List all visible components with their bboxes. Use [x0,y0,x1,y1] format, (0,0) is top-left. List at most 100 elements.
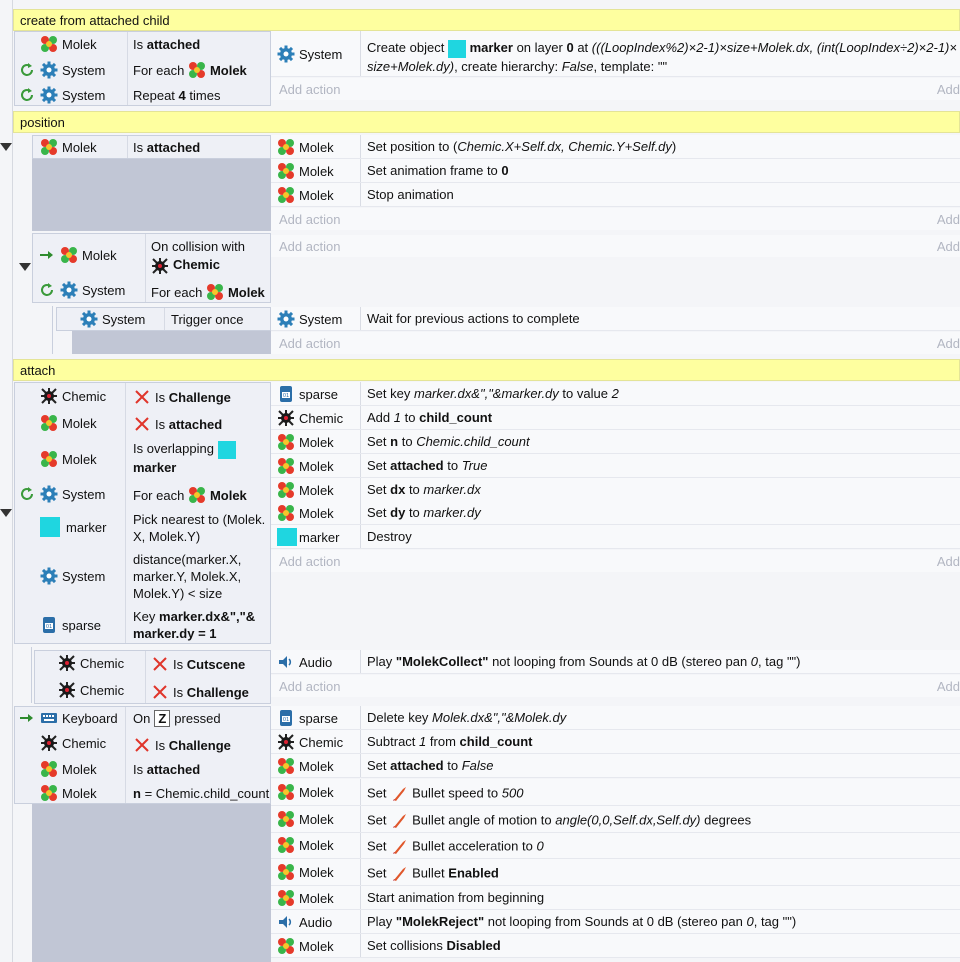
add-action-link[interactable]: Add action Add [271,550,960,572]
collapse-toggle[interactable] [0,143,12,151]
action-row[interactable]: Molek Set dx to marker.dx [271,478,960,502]
action-row[interactable]: Molek Set attached to True [271,454,960,478]
molek-icon [206,283,224,301]
bullet-icon [390,865,408,883]
condition-text[interactable]: Is attached [133,32,200,56]
action-row[interactable]: System Wait for previous actions to comp… [271,307,960,331]
action-row[interactable]: Molek Set Bullet Enabled [271,859,960,886]
chemic-icon [151,257,169,275]
condition-object: Molek [40,757,97,781]
condition-text[interactable]: distance(marker.X, marker.Y, Molek.X, Mole… [133,551,241,602]
condition-text[interactable]: Repeat 4 times [133,83,220,107]
add-action-link[interactable]: Add action Add [271,235,960,257]
condition-text[interactable]: Trigger once [171,307,244,331]
molek-icon [40,450,58,468]
action-row[interactable]: marker Destroy [271,525,960,549]
collapse-toggle[interactable] [0,509,12,517]
condition-object: sparse [40,613,101,637]
condition-text[interactable]: Is attached [133,412,222,436]
action-row[interactable]: Molek Set attached to False [271,754,960,778]
action-row[interactable]: Molek Stop animation [271,183,960,207]
action-row[interactable]: Molek Set position to (Chemic.X+Self.dx,… [271,135,960,159]
marker-swatch [447,39,466,58]
sparse-icon [40,616,58,634]
gear-icon [40,485,58,503]
molek-icon [277,863,295,881]
action-text: Destroy [367,529,412,544]
gear-icon [60,281,78,299]
action-row[interactable]: Molek Start animation from beginning [271,886,960,910]
action-row[interactable]: Audio Play "MolekCollect" not looping fr… [271,650,960,674]
action-row[interactable]: sparse Set key marker.dx&","&marker.dy t… [271,382,960,406]
action-text: Set Bullet angle of motion to angle(0,0,… [367,812,751,830]
add-action-link[interactable]: Add action Add [271,208,960,230]
gear-icon [277,45,295,63]
condition-text[interactable]: On collision with Chemic [151,238,245,275]
collapse-toggle[interactable] [19,263,31,271]
sparse-icon [277,709,295,727]
group-header-attach[interactable]: attach [13,359,960,381]
action-text: Set dy to marker.dy [367,505,481,520]
condition-text[interactable]: Is Cutscene [151,652,245,676]
add-action-link[interactable]: Add action Add [271,675,960,697]
action-row[interactable]: Audio Play "MolekReject" not looping fro… [271,910,960,934]
condition-text[interactable]: Is Challenge [133,385,231,409]
molek-icon [40,138,58,156]
gear-icon [40,86,58,104]
condition-object: Chemic [58,651,124,675]
loop-icon [38,281,56,299]
action-text: Set Bullet Enabled [367,865,499,883]
chemic-icon [58,654,76,672]
condition-text[interactable]: For each Molek [133,58,247,82]
trigger-arrow-icon [18,709,36,727]
action-text: Subtract 1 from child_count [367,734,533,749]
chemic-icon [40,387,58,405]
action-row[interactable]: Molek Set n to Chemic.child_count [271,430,960,454]
action-row[interactable]: Molek Set collisions Disabled [271,934,960,958]
condition-text[interactable]: Is overlapping marker [133,440,236,476]
condition-text[interactable]: Is attached [133,135,200,159]
action-row[interactable]: Molek Set animation frame to 0 [271,159,960,183]
condition-object: marker [40,515,106,539]
action-text: Set Bullet speed to 500 [367,785,523,803]
audio-icon [277,913,295,931]
condition-text[interactable]: Key marker.dx&","& marker.dy = 1 [133,608,255,642]
action-row[interactable]: Molek Set Bullet acceleration to 0 [271,833,960,859]
molek-icon [40,784,58,802]
add-action-link[interactable]: Add action Add [271,78,960,100]
molek-icon [40,35,58,53]
action-row[interactable]: Molek Set dy to marker.dy [271,501,960,525]
invert-x-icon [151,683,169,701]
condition-text[interactable]: For each Molek [133,483,247,507]
action-text: Stop animation [367,187,454,202]
condition-object: System [38,278,125,302]
molek-icon [277,783,295,801]
action-row[interactable]: System Create object marker on layer 0 a… [271,31,960,77]
condition-text[interactable]: Is attached [133,757,200,781]
condition-object: System [80,307,145,331]
bullet-icon [390,838,408,856]
action-text: Set collisions Disabled [367,938,501,953]
marker-icon [40,517,60,537]
add-action-link[interactable]: Add action Add [271,332,960,354]
group-header-create-from-attached-child[interactable]: create from attached child [13,9,960,31]
event-body [32,159,271,231]
condition-text[interactable]: Pick nearest to (Molek. X, Molek.Y) [133,511,265,545]
group-title: attach [20,363,56,378]
action-text: Set animation frame to 0 [367,163,509,178]
condition-text[interactable]: Is Challenge [151,680,249,704]
action-row[interactable]: Molek Set Bullet angle of motion to angl… [271,806,960,833]
action-row[interactable]: sparse Delete key Molek.dx&","&Molek.dy [271,706,960,730]
keyboard-icon [40,709,58,727]
condition-text[interactable]: n = Chemic.child_count [133,781,269,805]
action-row[interactable]: Chemic Add 1 to child_count [271,406,960,430]
molek-icon [277,162,295,180]
condition-text[interactable]: Is Challenge [133,733,231,757]
condition-text[interactable]: For each Molek [151,280,265,304]
event-body [32,804,271,962]
group-header-position[interactable]: position [13,111,960,133]
action-text: Set n to Chemic.child_count [367,434,530,449]
action-row[interactable]: Chemic Subtract 1 from child_count [271,730,960,754]
condition-text[interactable]: On Zpressed [133,706,221,730]
action-row[interactable]: Molek Set Bullet speed to 500 [271,779,960,806]
